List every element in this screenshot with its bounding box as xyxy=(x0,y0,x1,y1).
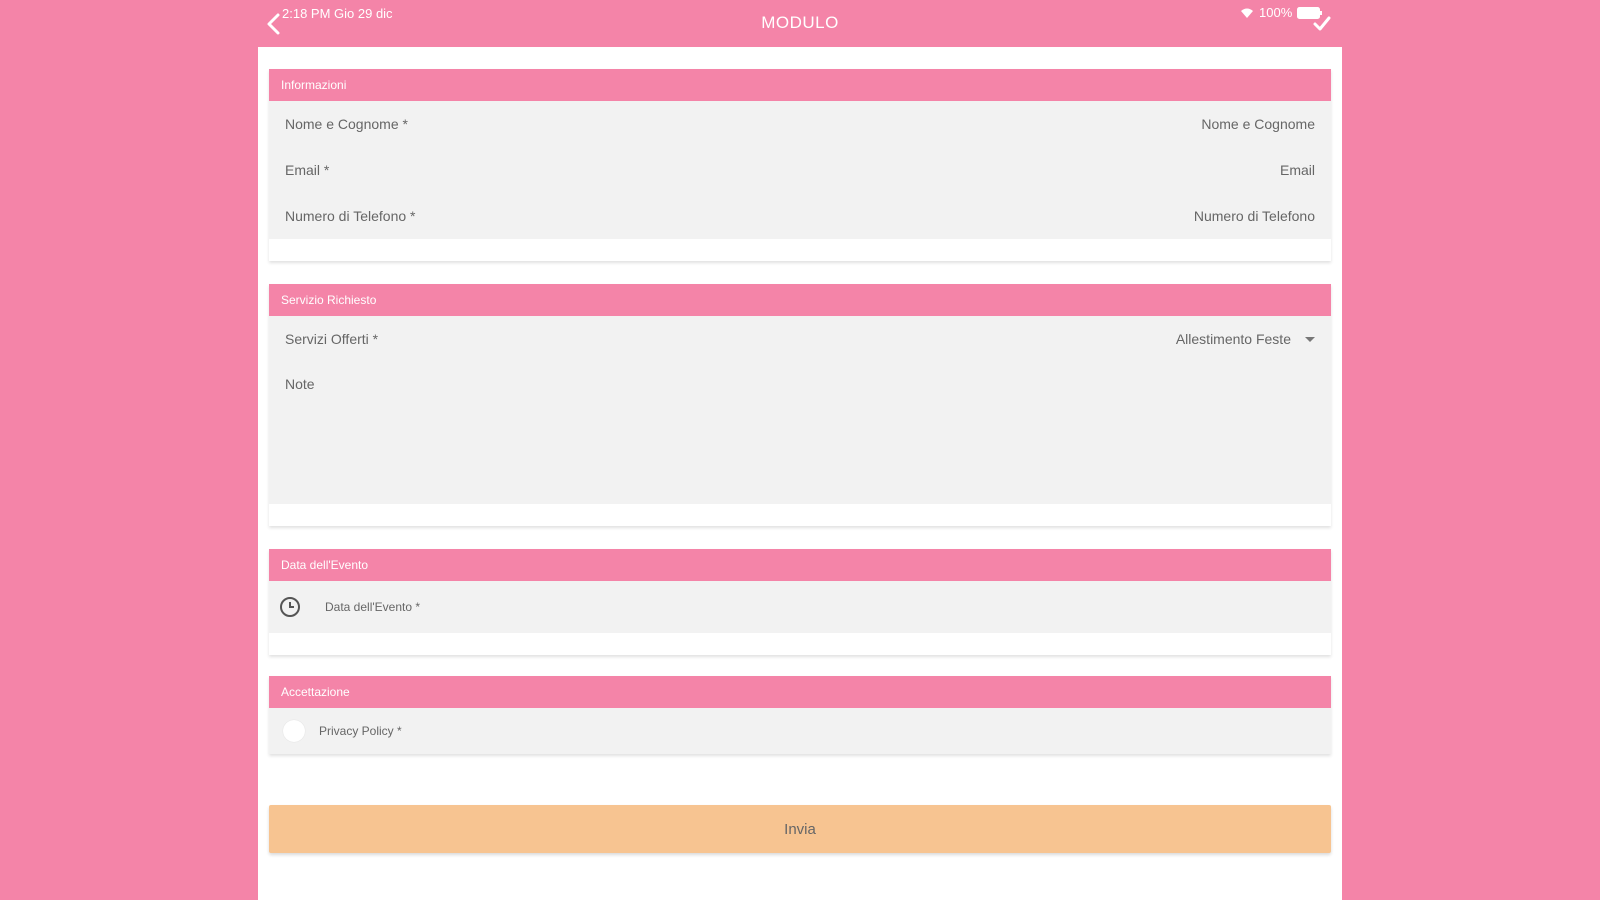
section-header: Data dell'Evento xyxy=(269,549,1331,581)
email-input[interactable] xyxy=(915,162,1315,178)
check-icon[interactable] xyxy=(1312,14,1332,34)
email-field-row: Email * xyxy=(269,147,1331,193)
section-spacer xyxy=(269,239,1331,261)
privacy-row: Privacy Policy * xyxy=(269,708,1331,754)
phone-field-row: Numero di Telefono * xyxy=(269,193,1331,239)
top-bar: 2:18 PM Gio 29 dic MODULO 100% xyxy=(0,0,1600,46)
section-header: Accettazione xyxy=(269,676,1331,708)
page-title: MODULO xyxy=(761,13,839,32)
section-informazioni: Informazioni Nome e Cognome * Email * Nu… xyxy=(269,69,1331,261)
section-servizio: Servizio Richiesto Servizi Offerti * All… xyxy=(269,284,1331,526)
privacy-checkbox[interactable] xyxy=(283,720,305,742)
submit-button[interactable]: Invia xyxy=(269,805,1331,853)
name-input[interactable] xyxy=(915,116,1315,132)
section-accettazione: Accettazione Privacy Policy * xyxy=(269,676,1331,754)
phone-input[interactable] xyxy=(915,208,1315,224)
form-panel: Informazioni Nome e Cognome * Email * Nu… xyxy=(258,47,1342,900)
clock-icon xyxy=(280,597,300,617)
services-select[interactable]: Allestimento Feste xyxy=(1176,331,1315,347)
section-spacer xyxy=(269,633,1331,655)
battery-percent: 100% xyxy=(1259,5,1293,20)
section-header: Informazioni xyxy=(269,69,1331,101)
notes-label: Note xyxy=(285,376,315,392)
services-label: Servizi Offerti * xyxy=(285,331,379,347)
phone-label: Numero di Telefono * xyxy=(285,208,416,224)
name-label: Nome e Cognome * xyxy=(285,116,408,132)
email-label: Email * xyxy=(285,162,330,178)
section-header: Servizio Richiesto xyxy=(269,284,1331,316)
section-spacer xyxy=(269,504,1331,526)
date-label: Data dell'Evento * xyxy=(325,600,421,614)
services-select-row[interactable]: Servizi Offerti * Allestimento Feste xyxy=(269,316,1331,362)
section-data-evento: Data dell'Evento Data dell'Evento * xyxy=(269,549,1331,655)
privacy-label: Privacy Policy * xyxy=(319,724,402,738)
services-selected-value: Allestimento Feste xyxy=(1175,331,1291,347)
name-field-row: Nome e Cognome * xyxy=(269,101,1331,147)
status-indicators: 100% xyxy=(1240,5,1323,20)
caret-down-icon xyxy=(1305,336,1315,342)
date-picker[interactable]: Data dell'Evento * xyxy=(269,581,1331,633)
wifi-icon xyxy=(1241,8,1253,18)
notes-textarea[interactable]: Note xyxy=(269,362,1331,504)
